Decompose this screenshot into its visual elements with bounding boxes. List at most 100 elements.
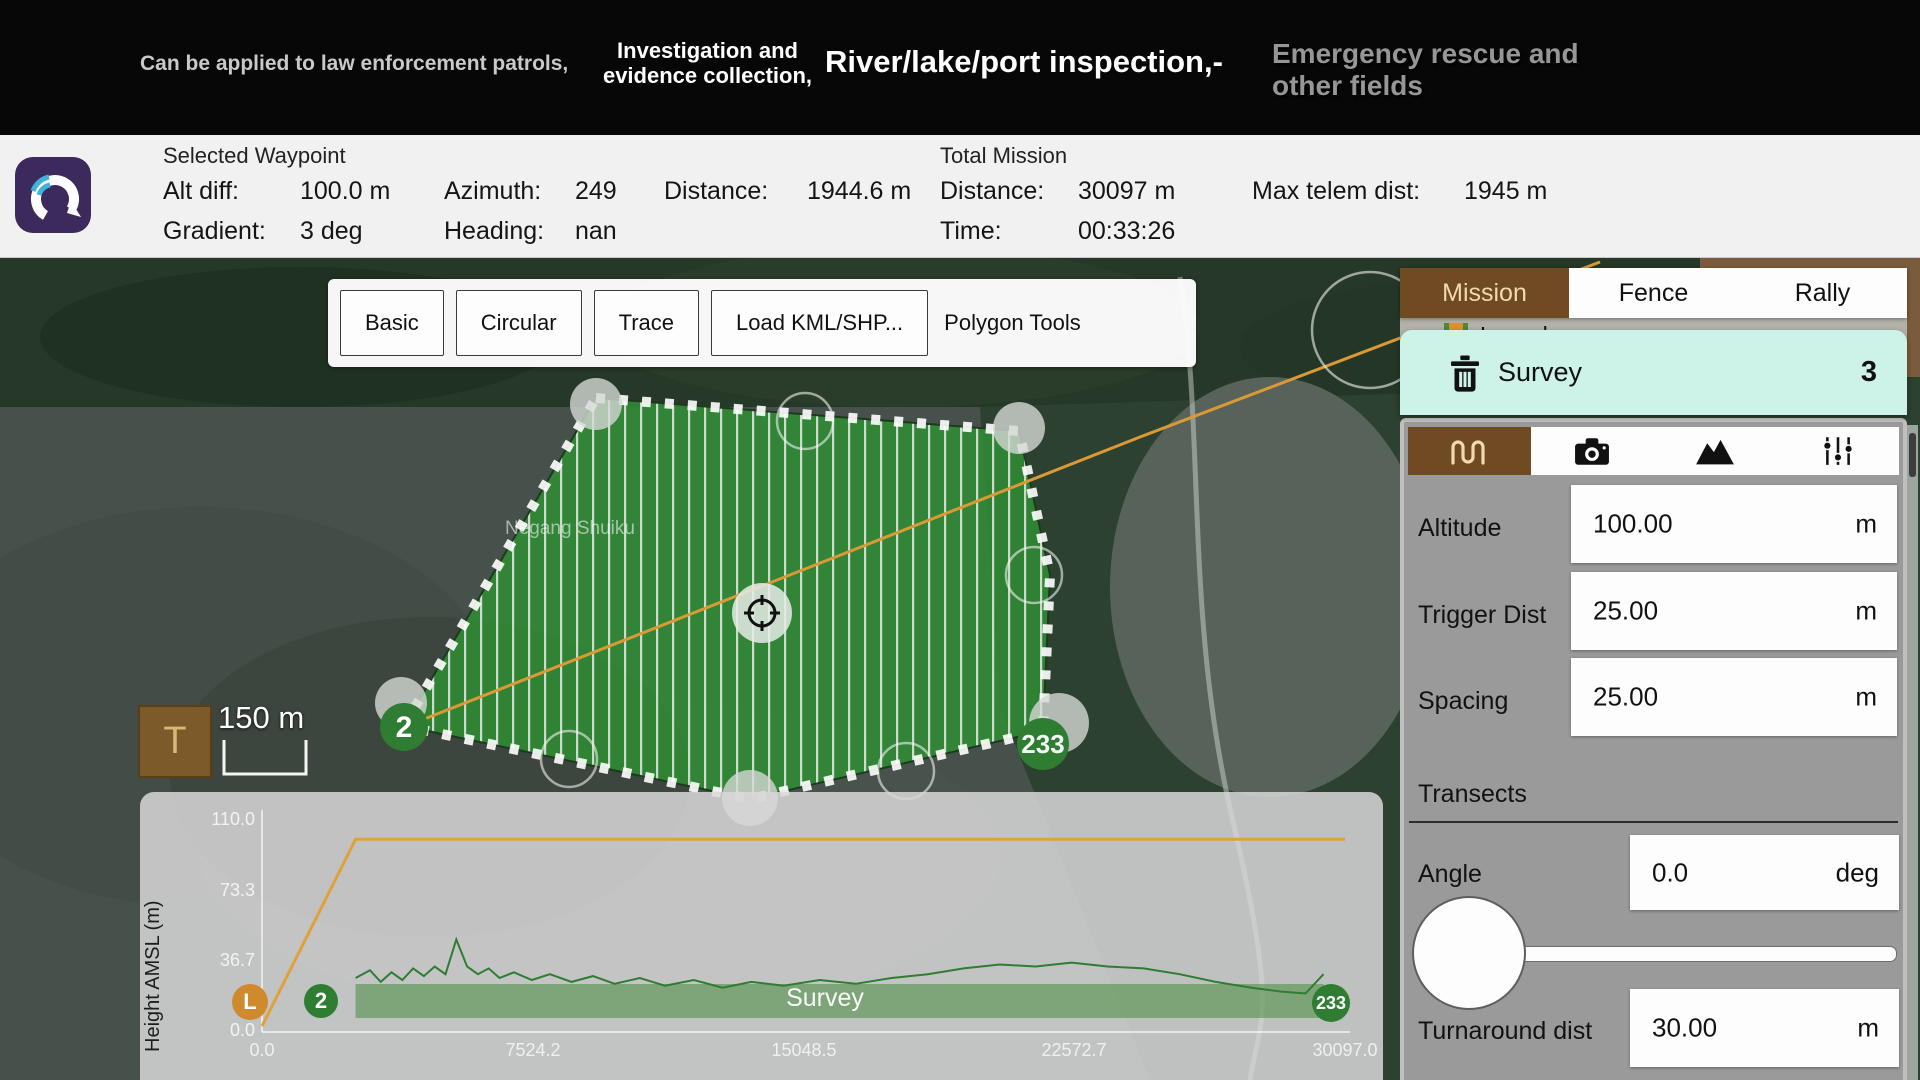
tab-camera[interactable]: [1531, 427, 1654, 475]
trigger-dist-label: Trigger Dist: [1418, 601, 1546, 630]
chart-y-tick: 36.7: [185, 950, 255, 971]
mission-distance-label: Distance:: [940, 177, 1044, 206]
tab-rally[interactable]: Rally: [1738, 268, 1907, 318]
survey-parameters-card: Altitude 100.00 m Trigger Dist 25.00 m S…: [1400, 418, 1907, 1080]
altitude-field[interactable]: 100.00 m: [1571, 485, 1897, 563]
alt-diff-value: 100.0 m: [300, 177, 390, 206]
spacing-unit: m: [1855, 682, 1877, 713]
promo-banner: Can be applied to law enforcement patrol…: [0, 0, 1920, 135]
turnaround-dist-unit: m: [1857, 1013, 1879, 1044]
trash-icon[interactable]: [1444, 352, 1486, 394]
tab-mission[interactable]: Mission: [1400, 268, 1569, 318]
circular-button[interactable]: Circular: [456, 290, 582, 356]
waypoint-233-chart-marker[interactable]: 233: [1312, 984, 1350, 1022]
chart-y-tick: 110.0: [185, 809, 255, 830]
plan-toolbar: Basic Circular Trace Load KML/SHP... Pol…: [328, 279, 1196, 367]
map-field: [1110, 377, 1430, 797]
takeoff-map-marker[interactable]: T: [138, 705, 212, 778]
max-telem-value: 1945 m: [1464, 177, 1547, 206]
max-telem-label: Max telem dist:: [1252, 177, 1420, 206]
heading-label: Heading:: [444, 217, 544, 246]
panel-scrollbar-thumb[interactable]: [1909, 433, 1916, 477]
waypoint-2-chart-marker[interactable]: 2: [304, 984, 338, 1018]
sliders-icon: [1821, 435, 1855, 467]
banner-phrase-2: Investigation and evidence collection,: [590, 38, 825, 89]
launch-chart-marker[interactable]: L: [232, 984, 268, 1020]
altitude-unit: m: [1855, 509, 1877, 540]
basic-button[interactable]: Basic: [340, 290, 444, 356]
transects-wave-icon: [1448, 434, 1490, 468]
mission-distance-value: 30097 m: [1078, 177, 1175, 206]
angle-label: Angle: [1418, 860, 1482, 889]
waypoint-2-label: 2: [396, 711, 413, 744]
wp-distance-label: Distance:: [664, 177, 768, 206]
turnaround-dist-field[interactable]: 30.00 m: [1630, 989, 1899, 1067]
map-place-label: Negang Shuiku: [505, 518, 635, 540]
azimuth-value: 249: [575, 177, 617, 206]
map-center-crosshair-icon[interactable]: [732, 583, 792, 643]
mission-time-value: 00:33:26: [1078, 217, 1175, 246]
altitude-label: Altitude: [1418, 514, 1501, 543]
survey-item-count-badge: 3: [1861, 356, 1877, 389]
vertex-handle[interactable]: [570, 378, 622, 430]
spacing-field[interactable]: 25.00 m: [1571, 658, 1897, 736]
vertex-handle[interactable]: [993, 402, 1045, 454]
gradient-value: 3 deg: [300, 217, 363, 246]
chart-x-tick: 15048.5: [739, 1040, 869, 1061]
app-logo[interactable]: [15, 157, 91, 233]
turnaround-dist-label: Turnaround dist: [1418, 1017, 1592, 1046]
wp-distance-value: 1944.6 m: [807, 177, 911, 206]
chart-x-tick: 7524.2: [468, 1040, 598, 1061]
heading-value: nan: [575, 217, 617, 246]
chart-x-tick: 0.0: [197, 1040, 327, 1061]
trace-button[interactable]: Trace: [594, 290, 699, 356]
chart-y-tick: 0.0: [185, 1020, 255, 1041]
altitude-value: 100.00: [1593, 509, 1673, 540]
trigger-dist-unit: m: [1855, 596, 1877, 627]
chart-x-tick: 22572.7: [1009, 1040, 1139, 1061]
banner-phrase-1: Can be applied to law enforcement patrol…: [140, 52, 600, 76]
total-mission-title: Total Mission: [940, 143, 1067, 169]
polygon-tools-button[interactable]: Polygon Tools: [944, 310, 1081, 336]
angle-slider-knob[interactable]: [1412, 896, 1526, 1010]
elevation-chart: [140, 792, 1383, 1080]
survey-band-label: Survey: [725, 984, 925, 1013]
selected-waypoint-title: Selected Waypoint: [163, 143, 346, 169]
transects-section-title: Transects: [1418, 780, 1527, 809]
plan-edit-tabs: Mission Fence Rally: [1400, 268, 1907, 318]
chart-y-tick: 73.3: [185, 880, 255, 901]
elevation-chart-panel: Height AMSL (m) 110.0 73.3 36.7 0.0 0.0 …: [140, 792, 1383, 1080]
panel-scrollbar[interactable]: [1907, 425, 1918, 1080]
angle-unit: deg: [1836, 857, 1879, 888]
angle-slider-track[interactable]: [1468, 946, 1897, 962]
azimuth-label: Azimuth:: [444, 177, 541, 206]
spacing-label: Spacing: [1418, 687, 1508, 716]
chart-x-tick: 30097.0: [1280, 1040, 1410, 1061]
angle-value: 0.0: [1652, 857, 1688, 888]
tab-transects-grid[interactable]: [1408, 427, 1531, 475]
spacing-value: 25.00: [1593, 682, 1658, 713]
banner-phrase-3: River/lake/port inspection,-: [825, 44, 1255, 80]
load-kml-shp-button[interactable]: Load KML/SHP...: [711, 290, 928, 356]
camera-icon: [1574, 436, 1610, 466]
survey-option-tabs: [1408, 427, 1899, 475]
transects-divider: [1409, 821, 1898, 823]
banner-phrase-4: Emergency rescue and other fields: [1272, 38, 1642, 102]
mission-time-label: Time:: [940, 217, 1002, 246]
trigger-dist-field[interactable]: 25.00 m: [1571, 572, 1897, 650]
turnaround-dist-value: 30.00: [1652, 1013, 1717, 1044]
mission-stats-header: Selected Waypoint Alt diff: 100.0 m Azim…: [0, 135, 1920, 258]
angle-field[interactable]: 0.0 deg: [1630, 835, 1899, 910]
tab-terrain[interactable]: [1654, 427, 1777, 475]
terrain-mountains-icon: [1695, 436, 1735, 466]
tab-presets[interactable]: [1776, 427, 1899, 475]
plan-view: 2 233 Negang Shuiku T 150 m Height AMSL …: [0, 0, 1920, 1080]
gradient-label: Gradient:: [163, 217, 266, 246]
trigger-dist-value: 25.00: [1593, 596, 1658, 627]
alt-diff-label: Alt diff:: [163, 177, 239, 206]
survey-item-header[interactable]: Survey 3: [1400, 330, 1907, 415]
survey-title: Survey: [1498, 357, 1582, 388]
map-scale-label: 150 m: [218, 700, 338, 736]
waypoint-233-label: 233: [1021, 729, 1064, 759]
tab-fence[interactable]: Fence: [1569, 268, 1738, 318]
